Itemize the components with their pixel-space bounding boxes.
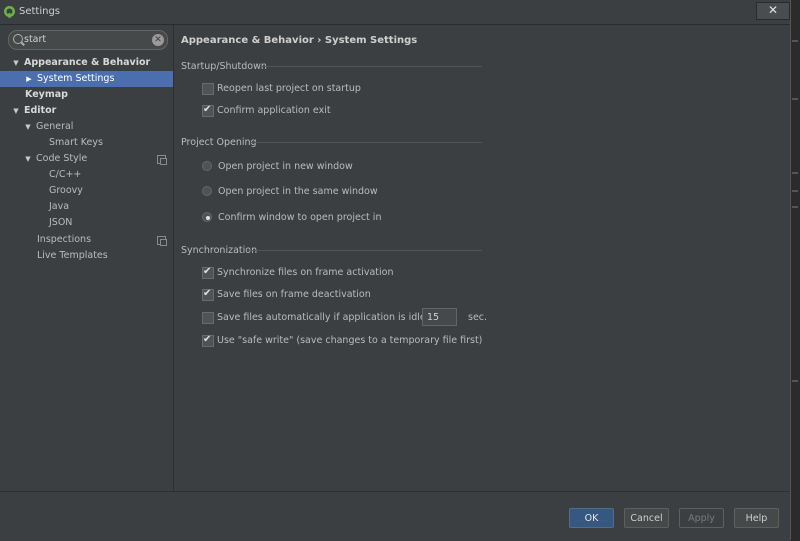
- title-bar[interactable]: Settings ✕: [0, 0, 790, 25]
- settings-sidebar: ✕ ▼Appearance & Behavior ▶System Setting…: [0, 25, 174, 491]
- checkbox[interactable]: [202, 333, 214, 347]
- android-studio-icon: [4, 6, 15, 18]
- search-icon: [13, 34, 23, 44]
- project-scope-icon: [157, 236, 167, 246]
- expanded-arrow-icon[interactable]: ▼: [12, 103, 20, 119]
- radio-button[interactable]: [202, 212, 212, 222]
- tree-item-system-settings[interactable]: ▶ System Settings: [0, 71, 173, 87]
- tree-item-appearance[interactable]: ▼ Appearance & Behavior: [0, 55, 185, 71]
- clear-icon[interactable]: ✕: [152, 34, 164, 46]
- idle-seconds-input[interactable]: [422, 308, 457, 326]
- tree-item-code-style[interactable]: ▼ Code Style: [0, 151, 197, 167]
- checkbox[interactable]: [202, 83, 214, 95]
- checkbox[interactable]: [202, 265, 214, 279]
- section-title-startup: Startup/Shutdown: [181, 61, 267, 72]
- radio-button[interactable]: [202, 186, 212, 196]
- expanded-arrow-icon[interactable]: ▼: [24, 119, 32, 135]
- section-title-synchronization: Synchronization: [181, 245, 258, 256]
- project-scope-icon: [157, 155, 167, 165]
- tree-item-general[interactable]: ▼ General: [0, 119, 197, 135]
- background-editor: [790, 0, 800, 540]
- expanded-arrow-icon[interactable]: ▼: [24, 151, 32, 167]
- window-title: Settings: [19, 6, 61, 17]
- collapsed-arrow-icon[interactable]: ▶: [25, 71, 33, 87]
- cancel-button[interactable]: Cancel: [624, 508, 669, 528]
- search-input[interactable]: [24, 33, 144, 46]
- editor-line: [792, 190, 798, 192]
- checkbox[interactable]: [202, 312, 214, 324]
- tree-item-keymap[interactable]: Keymap: [0, 87, 198, 103]
- breadcrumb: Appearance & Behavior › System Settings: [181, 35, 418, 46]
- editor-line: [792, 206, 798, 208]
- search-box[interactable]: ✕: [8, 30, 168, 50]
- ok-button[interactable]: OK: [569, 508, 614, 528]
- idle-unit-label: sec.: [468, 312, 488, 323]
- settings-content: Appearance & Behavior › System Settings …: [174, 25, 790, 491]
- editor-line: [792, 380, 798, 382]
- section-divider: [250, 142, 482, 143]
- checkbox[interactable]: [202, 287, 214, 301]
- tree-item-editor[interactable]: ▼ Editor: [0, 103, 185, 119]
- editor-line: [792, 98, 798, 100]
- editor-line: [792, 40, 798, 42]
- settings-dialog: Settings ✕ ✕ ▼Appearance & Behavior ▶Sys…: [0, 0, 791, 541]
- section-divider: [262, 66, 482, 67]
- checkbox[interactable]: [202, 103, 214, 117]
- section-title-project-opening: Project Opening: [181, 137, 257, 148]
- section-divider: [248, 250, 482, 251]
- help-button[interactable]: Help: [734, 508, 779, 528]
- radio-button[interactable]: [202, 161, 212, 171]
- close-button[interactable]: ✕: [756, 2, 790, 20]
- editor-line: [792, 172, 798, 174]
- apply-button[interactable]: Apply: [679, 508, 724, 528]
- expanded-arrow-icon[interactable]: ▼: [12, 55, 20, 71]
- dialog-footer: OK Cancel Apply Help: [0, 491, 790, 541]
